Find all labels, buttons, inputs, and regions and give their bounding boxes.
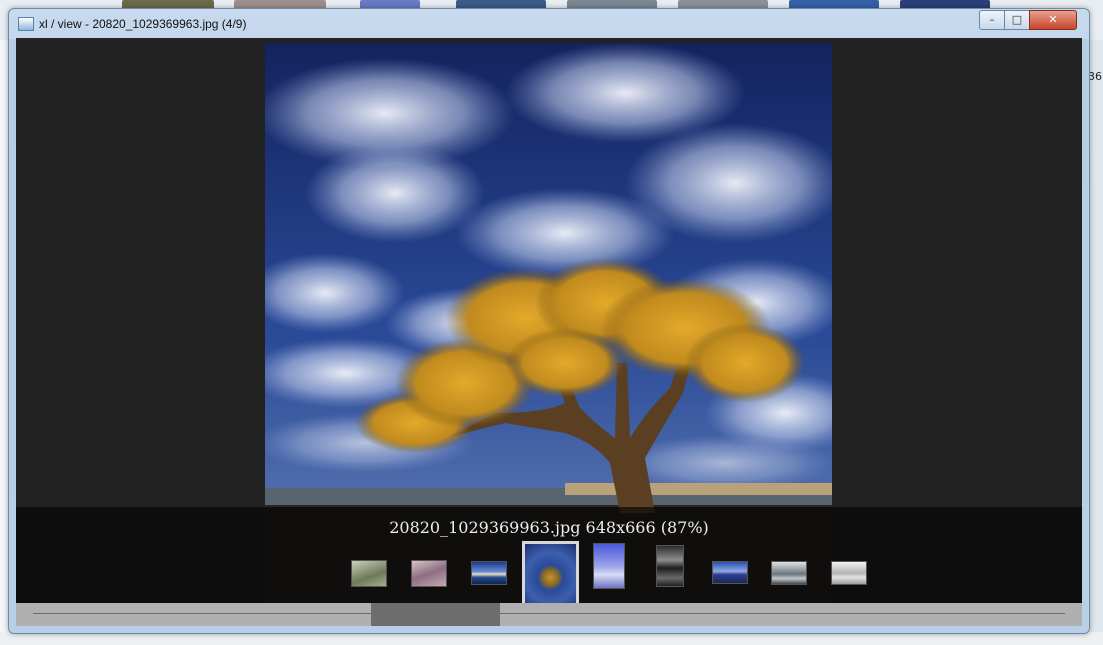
background-text: 36 [1088, 70, 1102, 83]
thumb-4[interactable] [522, 541, 579, 608]
thumb-6[interactable] [656, 545, 684, 587]
scrollbar-thumb[interactable] [371, 603, 500, 626]
thumb-9[interactable] [831, 561, 867, 585]
maximize-button[interactable]: □ [1004, 10, 1030, 30]
viewer-canvas[interactable]: 20820_1029369963.jpg 648x666 (87%) [16, 38, 1082, 626]
thumb-2[interactable] [411, 560, 447, 587]
minimize-button[interactable]: – [979, 10, 1005, 30]
viewer-window: xl / view - 20820_1029369963.jpg (4/9) –… [8, 8, 1090, 634]
caption-filename: 20820_1029369963.jpg [389, 518, 581, 537]
scrollbar-track [33, 613, 1065, 614]
thumb-5[interactable] [593, 543, 625, 589]
window-title: xl / view - 20820_1029369963.jpg (4/9) [39, 17, 247, 31]
caption-zoom: (87%) [660, 518, 709, 537]
horizontal-scrollbar[interactable] [16, 603, 1082, 626]
close-button[interactable]: ✕ [1029, 10, 1077, 30]
image-viewer-icon [18, 17, 34, 31]
image-caption: 20820_1029369963.jpg 648x666 (87%) [16, 518, 1082, 537]
thumb-7[interactable] [712, 561, 748, 584]
caption-dimensions: 648x666 [585, 518, 656, 537]
thumb-1[interactable] [351, 560, 387, 587]
thumb-8[interactable] [771, 561, 807, 585]
thumb-3[interactable] [471, 561, 507, 585]
title-bar[interactable]: xl / view - 20820_1029369963.jpg (4/9) –… [9, 9, 1089, 39]
